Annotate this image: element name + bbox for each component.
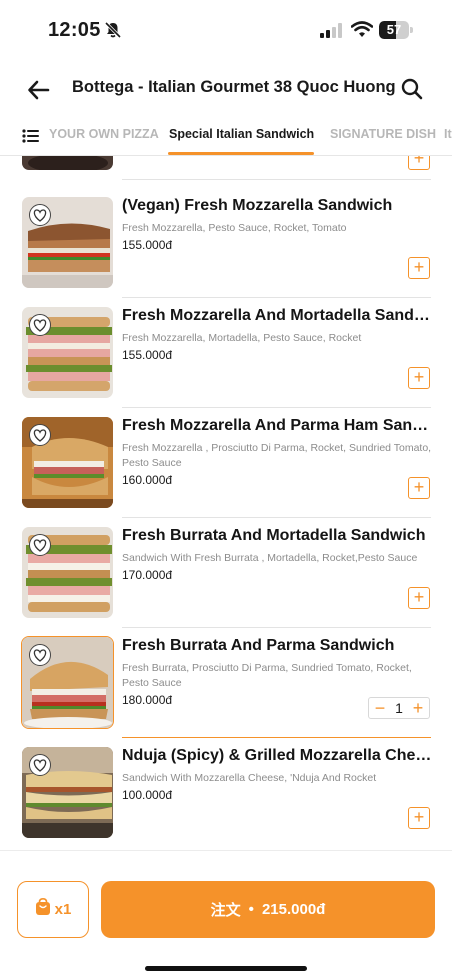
cart-button[interactable]: x1 [17, 881, 89, 938]
item-description: Fresh Burrata, Prosciutto Di Parma, Sund… [122, 662, 412, 689]
add-button[interactable]: + [408, 367, 430, 389]
list-item[interactable]: (Vegan) Fresh Mozzarella Sandwich Fresh … [0, 188, 452, 298]
item-name: Nduja (Spicy) & Grilled Mozzarella Chees… [122, 747, 434, 764]
tab-special-italian-sandwich[interactable]: Special Italian Sandwich [169, 127, 314, 141]
add-button[interactable]: + [408, 477, 430, 499]
item-image [21, 526, 114, 619]
favorite-heart-icon[interactable] [29, 534, 51, 556]
item-name: Fresh Mozzarella And Mortadella Sandwich [122, 307, 434, 324]
item-price: 170.000đ [122, 568, 173, 582]
list-item[interactable]: Fresh Burrata And Mortadella Sandwich Sa… [0, 518, 452, 628]
home-indicator [145, 966, 307, 971]
order-separator: • [248, 901, 254, 918]
favorite-heart-icon[interactable] [29, 204, 51, 226]
order-label: 注文 [210, 902, 241, 919]
item-price: 180.000đ [122, 693, 173, 707]
item-description: Fresh Mozzarella, Mortadella, Pesto Sauc… [122, 332, 362, 344]
shopping-bag-icon [35, 897, 51, 921]
add-button[interactable]: + [408, 587, 430, 609]
favorite-heart-icon[interactable] [29, 424, 51, 446]
active-tab-indicator [168, 152, 314, 155]
quantity-value: 1 [395, 700, 403, 716]
item-image [21, 636, 114, 729]
item-image [21, 746, 114, 839]
order-total: 215.000đ [261, 901, 326, 918]
tab-your-own-pizza[interactable]: YOUR OWN PIZZA [49, 127, 159, 141]
item-image [21, 196, 114, 289]
menu-item-list: + (Vegan) Fresh Mozzarella Sandwich Fres… [0, 156, 452, 846]
item-price: 100.000đ [122, 788, 173, 802]
search-icon[interactable] [400, 77, 424, 101]
item-name: Fresh Mozzarella And Parma Ham Sandwich [122, 417, 434, 434]
wifi-icon [350, 21, 374, 38]
item-price: 155.000đ [122, 348, 173, 362]
increase-button[interactable]: + [411, 699, 425, 717]
signal-icon [320, 23, 344, 38]
arrow-left-icon[interactable] [26, 77, 52, 103]
item-description: Sandwich With Fresh Burrata , Mortadella… [122, 552, 418, 564]
cart-count: x1 [54, 901, 72, 918]
battery-percent: 57 [386, 22, 402, 37]
list-item[interactable]: Nduja (Spicy) & Grilled Mozzarella Chees… [0, 738, 452, 846]
item-description: Fresh Mozzarella , Prosciutto Di Parma, … [122, 442, 432, 469]
favorite-heart-icon[interactable] [29, 644, 51, 666]
quantity-stepper: − 1 + [368, 697, 430, 719]
tab-more[interactable]: It [444, 127, 452, 141]
list-item[interactable]: + [0, 156, 452, 180]
battery-icon: 57 [379, 21, 413, 39]
item-name: Fresh Burrata And Mortadella Sandwich [122, 527, 426, 544]
add-button[interactable]: + [408, 156, 430, 170]
header: Bottega - Italian Gourmet 38 Quoc Huong [0, 62, 452, 118]
category-tabs: YOUR OWN PIZZA Special Italian Sandwich … [0, 118, 452, 156]
item-name: (Vegan) Fresh Mozzarella Sandwich [122, 197, 393, 214]
list-item[interactable]: Fresh Mozzarella And Parma Ham Sandwich … [0, 408, 452, 518]
item-price: 155.000đ [122, 238, 173, 252]
item-price: 160.000đ [122, 473, 173, 487]
favorite-heart-icon[interactable] [29, 754, 51, 776]
add-button[interactable]: + [408, 807, 430, 829]
item-image [21, 156, 114, 171]
item-description: Sandwich With Mozzarella Cheese, 'Nduja … [122, 772, 377, 784]
tab-signature-dish[interactable]: SIGNATURE DISH [330, 127, 436, 141]
add-button[interactable]: + [408, 257, 430, 279]
favorite-heart-icon[interactable] [29, 314, 51, 336]
item-image [21, 416, 114, 509]
order-button[interactable]: 注文 • 215.000đ [101, 881, 435, 938]
decrease-button[interactable]: − [373, 699, 387, 717]
page-title: Bottega - Italian Gourmet 38 Quoc Huong [72, 78, 396, 96]
item-description: Fresh Mozzarella, Pesto Sauce, Rocket, T… [122, 222, 347, 234]
list-menu-icon[interactable] [22, 128, 40, 144]
checkout-bar: x1 注文 • 215.000đ [0, 850, 452, 980]
list-item-selected[interactable]: Fresh Burrata And Parma Sandwich Fresh B… [0, 628, 452, 738]
status-bar: 12:05 57 [0, 0, 452, 60]
bell-off-icon [104, 21, 122, 39]
status-time: 12:05 [48, 19, 101, 41]
list-item[interactable]: Fresh Mozzarella And Mortadella Sandwich… [0, 298, 452, 408]
item-name: Fresh Burrata And Parma Sandwich [122, 637, 395, 654]
item-image [21, 306, 114, 399]
